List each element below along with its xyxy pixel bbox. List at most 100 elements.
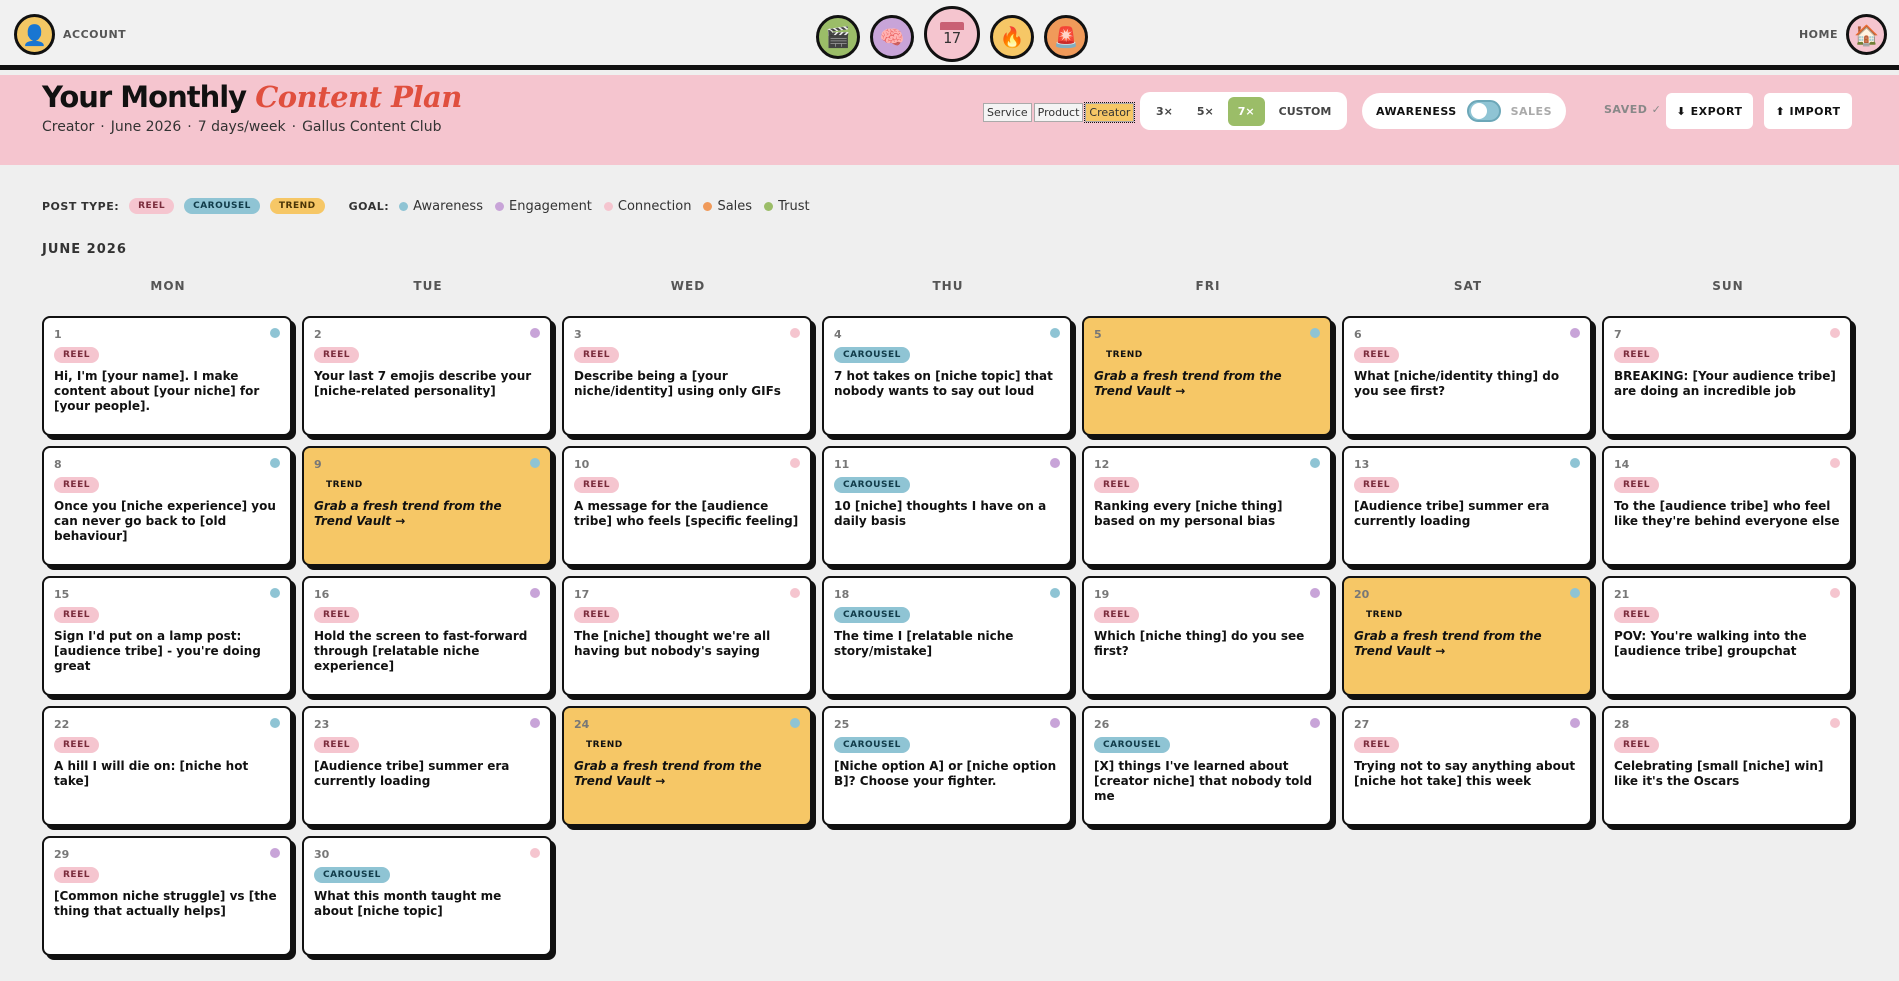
calendar-grid: 1 REEL Hi, I'm [your name]. I make content… xyxy=(42,316,1852,956)
goal-switch[interactable]: AWARENESS SALES xyxy=(1362,93,1566,129)
day-number: 15 xyxy=(54,588,70,601)
day-card[interactable]: 19 REEL Which [niche thing] do you see fir… xyxy=(1082,576,1332,696)
post-idea-text: [X] things I've learned about [creator n… xyxy=(1094,759,1313,803)
day-card[interactable]: 9 TREND Grab a fresh trend from the Trend … xyxy=(302,446,552,566)
day-card[interactable]: 20 TREND Grab a fresh trend from the Trend… xyxy=(1342,576,1592,696)
calendar-icon[interactable]: 17 xyxy=(924,6,980,62)
post-idea-text: Grab a fresh trend from the Trend Vault … xyxy=(314,499,502,528)
day-card[interactable]: 16 REEL Hold the screen to fast-forward th… xyxy=(302,576,552,696)
goal-dot xyxy=(1050,588,1060,598)
mode-toggle: Service Product Creator xyxy=(983,102,1136,123)
home-button[interactable]: HOME 🏠 xyxy=(1799,14,1887,55)
day-card[interactable]: 15 REEL Sign I'd put on a lamp post: [audi… xyxy=(42,576,292,696)
day-card[interactable]: 18 CAROUSEL The time I [relatable niche st… xyxy=(822,576,1072,696)
day-card[interactable]: 1 REEL Hi, I'm [your name]. I make content… xyxy=(42,316,292,436)
day-card[interactable]: 17 REEL The [niche] thought we're all havi… xyxy=(562,576,812,696)
day-card[interactable]: 21 REEL POV: You're walking into the [audi… xyxy=(1602,576,1852,696)
post-idea-text: Grab a fresh trend from the Trend Vault … xyxy=(1354,629,1542,658)
post-idea-text: [Audience tribe] summer era currently lo… xyxy=(1354,499,1550,528)
frequency-option[interactable]: 7× xyxy=(1227,96,1265,126)
frequency-selector: 3× 5× 7× CUSTOM xyxy=(1140,92,1348,130)
day-card[interactable]: 6 REEL What [niche/identity thing] do you … xyxy=(1342,316,1592,436)
frequency-option[interactable]: CUSTOM xyxy=(1269,97,1342,126)
home-label: HOME xyxy=(1798,28,1838,41)
goal-dot xyxy=(1830,588,1840,598)
day-card[interactable]: 14 REEL To the [audience tribe] who feel l… xyxy=(1602,446,1852,566)
app-nav: 🎬 🧠 17 🔥 🚨 xyxy=(816,6,1088,62)
brain-icon[interactable]: 🧠 xyxy=(870,15,914,59)
post-idea-text: Once you [niche experience] you can neve… xyxy=(54,499,276,543)
post-idea-text: A hill I will die on: [niche hot take] xyxy=(54,759,249,788)
weekday-wed: WED xyxy=(670,279,706,293)
post-type-badge: CAROUSEL xyxy=(314,867,390,883)
fire-icon[interactable]: 🔥 xyxy=(990,15,1034,59)
day-number: 19 xyxy=(1094,588,1110,601)
day-card[interactable]: 23 REEL [Audience tribe] summer era curren… xyxy=(302,706,552,826)
post-idea-text: POV: You're walking into the [audience t… xyxy=(1614,629,1807,658)
post-type-badge: REEL xyxy=(1094,477,1139,493)
goal-name: Engagement xyxy=(508,198,592,214)
goal-dot xyxy=(1310,718,1320,728)
calendar-day-number: 17 xyxy=(942,29,962,47)
subtitle-part: Creator xyxy=(42,119,95,135)
post-type-list: REEL CAROUSEL TREND xyxy=(129,198,325,214)
day-card[interactable]: 25 CAROUSEL [Niche option A] or [niche opt… xyxy=(822,706,1072,826)
weekday-tue: TUE xyxy=(413,279,443,293)
day-number: 29 xyxy=(54,848,70,861)
goal-dot xyxy=(790,718,800,728)
mode-option-service[interactable]: Service xyxy=(983,103,1032,122)
goal-dot xyxy=(1310,328,1320,338)
day-number: 3 xyxy=(574,328,582,341)
day-card[interactable]: 27 REEL Trying not to say anything about [… xyxy=(1342,706,1592,826)
day-card[interactable]: 8 REEL Once you [niche experience] you can… xyxy=(42,446,292,566)
day-card[interactable]: 7 REEL BREAKING: [Your audience tribe] are… xyxy=(1602,316,1852,436)
frequency-option[interactable]: 5× xyxy=(1187,97,1224,126)
goal-item: Connection xyxy=(603,198,692,214)
day-card[interactable]: 11 CAROUSEL 10 [niche] thoughts I have on … xyxy=(822,446,1072,566)
post-idea-text: 10 [niche] thoughts I have on a daily ba… xyxy=(834,499,1047,528)
day-card[interactable]: 4 CAROUSEL 7 hot takes on [niche topic] th… xyxy=(822,316,1072,436)
day-number: 22 xyxy=(54,718,70,731)
frequency-option[interactable]: 3× xyxy=(1146,97,1183,126)
legend: POST TYPE: REEL CAROUSEL TREND GOAL: Aware… xyxy=(42,198,816,214)
day-card[interactable]: 26 CAROUSEL [X] things I've learned about … xyxy=(1082,706,1332,826)
post-type-badge: REEL xyxy=(1354,737,1399,753)
account-button[interactable]: 👤 ACCOUNT xyxy=(14,14,126,55)
clapper-icon[interactable]: 🎬 xyxy=(816,15,860,59)
post-type-reel: REEL xyxy=(129,198,175,214)
title-accent: Content Plan xyxy=(255,80,462,114)
day-card[interactable]: 3 REEL Describe being a [your niche/identi… xyxy=(562,316,812,436)
day-card[interactable]: 2 REEL Your last 7 emojis describe your [n… xyxy=(302,316,552,436)
post-idea-text: To the [audience tribe] who feel like th… xyxy=(1614,499,1840,528)
post-idea-text: [Audience tribe] summer era currently lo… xyxy=(314,759,510,788)
import-button[interactable]: ⬆ IMPORT xyxy=(1764,93,1852,129)
subtitle-part: · xyxy=(187,119,192,135)
day-card[interactable]: 29 REEL [Common niche struggle] vs [the th… xyxy=(42,836,292,956)
goal-dot xyxy=(1830,718,1840,728)
day-card[interactable]: 22 REEL A hill I will die on: [niche hot t… xyxy=(42,706,292,826)
mode-option-creator[interactable]: Creator xyxy=(1084,102,1136,123)
day-card[interactable]: 24 TREND Grab a fresh trend from the Trend… xyxy=(562,706,812,826)
goal-dot xyxy=(1570,328,1580,338)
day-card[interactable]: 10 REEL A message for the [audience tribe]… xyxy=(562,446,812,566)
mode-option-product[interactable]: Product xyxy=(1033,103,1084,122)
post-type-badge: CAROUSEL xyxy=(834,347,910,363)
day-card[interactable]: 13 REEL [Audience tribe] summer era curren… xyxy=(1342,446,1592,566)
day-card[interactable]: 30 CAROUSEL What this month taught me abou… xyxy=(302,836,552,956)
goal-name: Sales xyxy=(717,198,753,214)
day-card[interactable]: 5 TREND Grab a fresh trend from the Trend … xyxy=(1082,316,1332,436)
goal-name: Connection xyxy=(617,198,692,214)
day-card[interactable]: 12 REEL Ranking every [niche thing] based … xyxy=(1082,446,1332,566)
goal-item: Trust xyxy=(764,199,810,214)
account-label: ACCOUNT xyxy=(63,28,127,41)
siren-icon[interactable]: 🚨 xyxy=(1044,15,1088,59)
goal-dot xyxy=(530,718,540,728)
goal-item: Sales xyxy=(703,199,752,214)
day-card[interactable]: 28 REEL Celebrating [small [niche] win] li… xyxy=(1602,706,1852,826)
post-idea-text: Hi, I'm [your name]. I make content abou… xyxy=(54,369,260,413)
post-type-badge: TREND xyxy=(326,480,363,490)
export-button[interactable]: ⬇ EXPORT xyxy=(1666,93,1753,129)
day-number: 4 xyxy=(834,328,842,341)
goal-toggle[interactable] xyxy=(1466,100,1501,122)
goal-dot xyxy=(530,588,540,598)
